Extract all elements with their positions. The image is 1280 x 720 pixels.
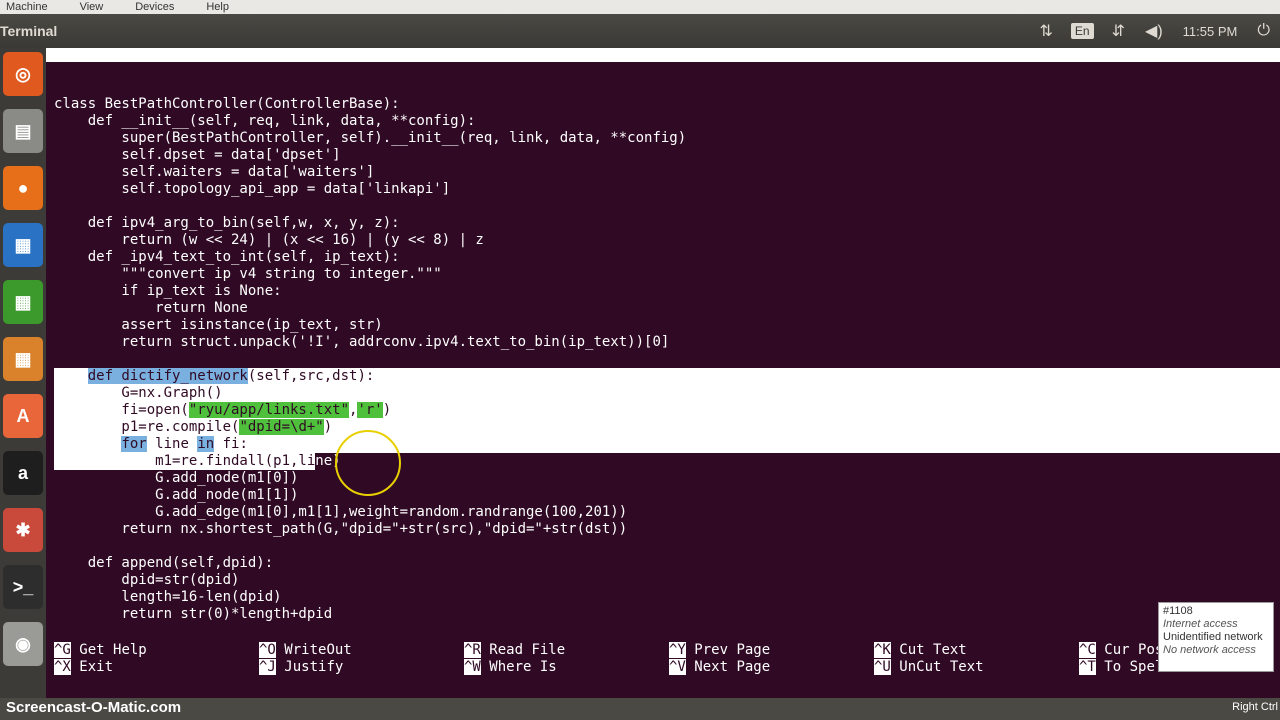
- code-line: def ipv4_arg_to_bin(self,w, x, y, z):: [54, 215, 400, 231]
- code-line: def dictify_network(self,src,dst):: [54, 368, 1280, 385]
- writer-icon[interactable]: ▦: [3, 223, 43, 267]
- vm-menu-item[interactable]: Machine: [6, 1, 48, 13]
- mouse-cursor-highlight: [335, 430, 401, 496]
- network-id: #1108: [1163, 605, 1193, 617]
- code-editor[interactable]: class BestPathController(ControllerBase)…: [54, 96, 1280, 623]
- clock[interactable]: 11:55 PM: [1183, 24, 1238, 39]
- nano-shortcut: ^K Cut Text: [874, 642, 967, 658]
- code-line: m1=re.findall(p1,line): [54, 453, 341, 470]
- code-line: return str(0)*length+dpid: [54, 606, 333, 622]
- nano-shortcut: ^U UnCut Text: [874, 659, 984, 675]
- window-title: Terminal: [0, 23, 58, 39]
- nano-shortcut: ^O WriteOut: [259, 642, 352, 658]
- nano-shortcut: ^W Where Is: [464, 659, 557, 675]
- code-line: class BestPathController(ControllerBase)…: [54, 96, 400, 112]
- system-tray: ⇅ En ⇵ ◀) 11:55 PM ⏻: [1030, 14, 1280, 48]
- network-status-2: No network access: [1163, 644, 1256, 656]
- code-line: def append(self,dpid):: [54, 555, 274, 571]
- nano-file-name: File: rest_bestpath.py: [472, 79, 658, 95]
- network-status-1: Internet access: [1163, 618, 1238, 630]
- code-line: """convert ip v4 string to integer.""": [54, 266, 442, 282]
- code-line: G=nx.Graph(): [54, 385, 1280, 402]
- code-line: if ip_text is None:: [54, 283, 282, 299]
- code-line: def _ipv4_text_to_int(self, ip_text):: [54, 249, 400, 265]
- sort-arrows-icon[interactable]: ⇅: [1040, 21, 1053, 41]
- screencast-brand: Screencast-O-Matic.com: [6, 699, 182, 716]
- vm-menu-item[interactable]: View: [80, 1, 104, 13]
- software-center-icon[interactable]: A: [3, 394, 43, 438]
- host-status-bar: Screencast-O-Matic.com Right Ctrl: [0, 698, 1280, 720]
- volume-icon[interactable]: ◀): [1145, 21, 1163, 41]
- top-panel: Terminal ⇅ En ⇵ ◀) 11:55 PM ⏻: [0, 14, 1280, 48]
- code-line: return nx.shortest_path(G,"dpid="+str(sr…: [54, 521, 628, 537]
- code-line: p1=re.compile("dpid=\d+"): [54, 419, 1280, 436]
- vm-menu-item[interactable]: Help: [206, 1, 229, 13]
- calc-icon[interactable]: ▦: [3, 280, 43, 324]
- vm-menu-item[interactable]: Devices: [135, 1, 174, 13]
- code-line: for line in fi:: [54, 436, 1280, 453]
- files-icon[interactable]: ▤: [3, 109, 43, 153]
- code-line: return None: [54, 300, 248, 316]
- code-line: self.topology_api_app = data['linkapi']: [54, 181, 451, 197]
- code-line: self.waiters = data['waiters']: [54, 164, 375, 180]
- nano-shortcut: ^R Read File: [464, 642, 566, 658]
- power-icon[interactable]: ⏻: [1257, 22, 1270, 40]
- code-line: self.dpset = data['dpset']: [54, 147, 341, 163]
- code-line: G.add_edge(m1[0],m1[1],weight=random.ran…: [54, 504, 628, 520]
- vm-menu-strip: Machine View Devices Help: [0, 0, 1280, 14]
- code-line: return (w << 24) | (x << 16) | (y << 8) …: [54, 232, 484, 248]
- dvd-icon[interactable]: ◉: [3, 622, 43, 666]
- nano-shortcut: ^G Get Help: [54, 642, 147, 658]
- language-indicator[interactable]: En: [1070, 23, 1094, 39]
- code-line: fi=open("ryu/app/links.txt",'r'): [54, 402, 1280, 419]
- settings-icon[interactable]: ✱: [3, 508, 43, 552]
- code-line: def __init__(self, req, link, data, **co…: [54, 113, 476, 129]
- code-line: length=16-len(dpid): [54, 589, 282, 605]
- code-line: dpid=str(dpid): [54, 572, 240, 588]
- network-popup: #1108 Internet access Unidentified netwo…: [1158, 602, 1274, 672]
- nano-shortcut: ^J Justify: [259, 659, 344, 675]
- nano-shortcuts: ^G Get Help ^X Exit ^O WriteOut ^J Justify ^…: [54, 642, 1280, 682]
- terminal-window[interactable]: GNU nano 2.2.6 File: rest_bestpath.py cl…: [46, 48, 1280, 698]
- code-line: return struct.unpack('!I', addrconv.ipv4…: [54, 334, 670, 350]
- code-line: G.add_node(m1[0]): [54, 470, 299, 486]
- nano-shortcut: ^X Exit: [54, 659, 114, 675]
- firefox-icon[interactable]: ●: [3, 166, 43, 210]
- code-line: assert isinstance(ip_text, str): [54, 317, 383, 333]
- dash-icon[interactable]: ◎: [3, 52, 43, 96]
- code-line: G.add_node(m1[1]): [54, 487, 299, 503]
- nano-shortcut: ^V Next Page: [669, 659, 771, 675]
- nano-shortcut: ^Y Prev Page: [669, 642, 771, 658]
- launcher: ◎ ▤ ● ▦ ▦ ▦ Aa ✱ >_ ◉: [0, 48, 46, 720]
- nano-shortcut: ^C Cur Pos: [1079, 642, 1164, 658]
- terminal-icon[interactable]: >_: [3, 565, 43, 609]
- amazon-icon[interactable]: a: [3, 451, 43, 495]
- network-icon[interactable]: ⇵: [1112, 21, 1125, 41]
- code-line: super(BestPathController, self).__init__…: [54, 130, 687, 146]
- nano-title-bar: GNU nano 2.2.6 File: rest_bestpath.py: [46, 48, 1280, 95]
- impress-icon[interactable]: ▦: [3, 337, 43, 381]
- network-name-2: Unidentified network: [1163, 631, 1263, 643]
- host-key-label: Right Ctrl: [1232, 701, 1278, 713]
- nano-version: GNU nano 2.2.6: [70, 62, 189, 78]
